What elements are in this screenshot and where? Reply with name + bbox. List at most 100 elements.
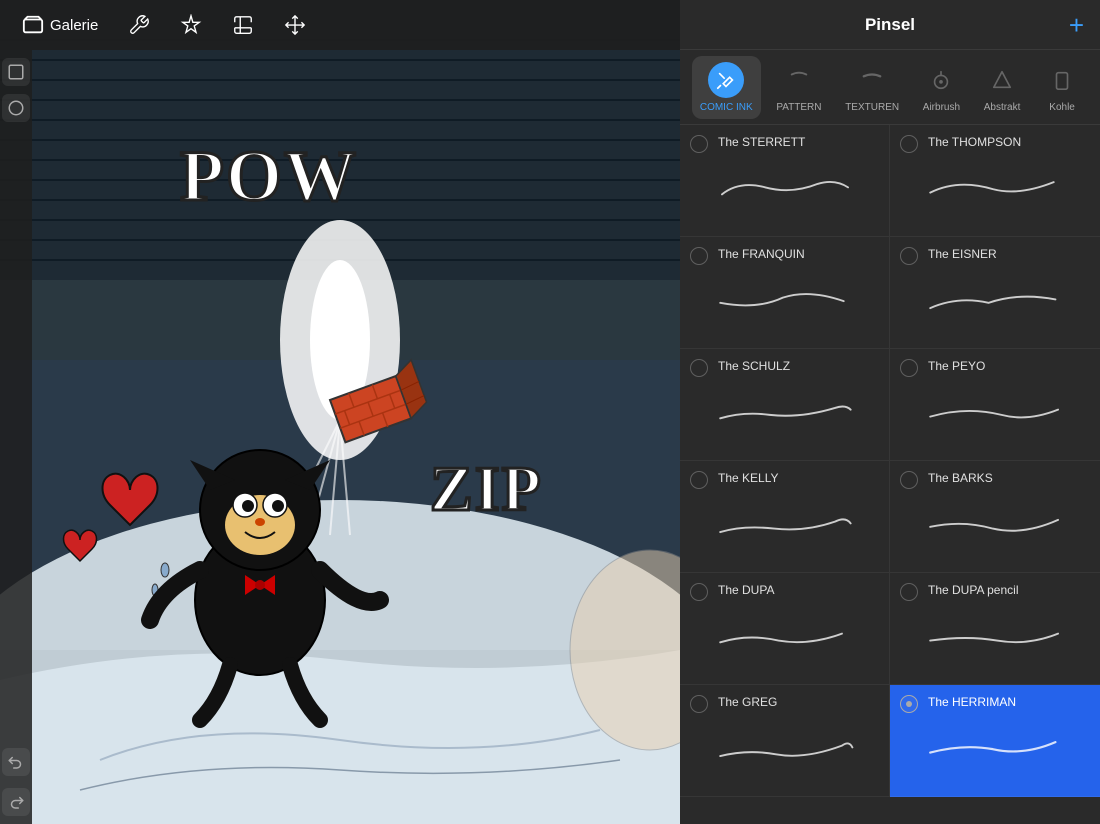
brush-item[interactable]: The HERRIMAN: [890, 685, 1100, 797]
move-icon: [284, 14, 306, 36]
brush-check: [690, 247, 708, 265]
brush-check: [900, 359, 918, 377]
brush-item[interactable]: The FRANQUIN: [680, 237, 890, 349]
brush-check: [900, 247, 918, 265]
brush-stroke: [710, 170, 860, 215]
abstrakt-icon: [984, 62, 1020, 98]
brush-panel-header: Pinsel +: [680, 0, 1100, 50]
brush-name: The THOMPSON: [928, 135, 1086, 149]
brush-item[interactable]: The THOMPSON: [890, 125, 1100, 237]
brush-check: [900, 695, 918, 713]
magic-button[interactable]: [174, 10, 208, 40]
brush-item[interactable]: The PEYO: [890, 349, 1100, 461]
texturen-icon: [854, 62, 890, 98]
brush-check: [900, 471, 918, 489]
sidebar-tool-2[interactable]: [2, 94, 30, 122]
brush-stroke: [920, 730, 1070, 775]
brush-stroke-area: [904, 383, 1086, 450]
brush-panel-title: Pinsel: [865, 15, 915, 35]
comic-ink-icon: [708, 62, 744, 98]
airbrush-icon: [923, 62, 959, 98]
brush-name: The GREG: [718, 695, 875, 709]
brush-categories: COMIC INK PATTERN TEXTUREN: [680, 50, 1100, 125]
comic-illustration: POW ZIP: [0, 0, 680, 824]
brush-name: The STERRETT: [718, 135, 875, 149]
gallery-label: Galerie: [50, 17, 98, 34]
brush-name: The FRANQUIN: [718, 247, 875, 261]
wrench-icon: [128, 14, 150, 36]
brush-stroke-area: [694, 607, 875, 674]
brush-check: [690, 583, 708, 601]
brush-item[interactable]: The SCHULZ: [680, 349, 890, 461]
brush-stroke-area: [694, 271, 875, 338]
abstrakt-label: Abstrakt: [984, 102, 1021, 113]
brush-item[interactable]: The EISNER: [890, 237, 1100, 349]
brush-check: [690, 135, 708, 153]
brush-stroke-area: [904, 607, 1086, 674]
undo-button[interactable]: [2, 748, 30, 776]
brush-stroke-area: [904, 159, 1086, 226]
pattern-icon: [781, 62, 817, 98]
select-icon: [232, 14, 254, 36]
kohle-label: Kohle: [1049, 102, 1075, 113]
tab-comic-ink[interactable]: COMIC INK: [692, 56, 761, 119]
svg-text:ZIP: ZIP: [430, 453, 543, 524]
brush-item[interactable]: The GREG: [680, 685, 890, 797]
brush-check: [690, 359, 708, 377]
brush-name: The EISNER: [928, 247, 1086, 261]
brush-stroke: [920, 394, 1070, 439]
tab-abstrakt[interactable]: Abstrakt: [976, 56, 1029, 119]
gallery-icon: [22, 14, 44, 36]
brush-name: The DUPA: [718, 583, 875, 597]
brush-name: The SCHULZ: [718, 359, 875, 373]
tab-pattern[interactable]: PATTERN: [768, 56, 829, 119]
brush-item[interactable]: The STERRETT: [680, 125, 890, 237]
s-button[interactable]: [226, 10, 260, 40]
brush-item[interactable]: The DUPA pencil: [890, 573, 1100, 685]
redo-button[interactable]: [2, 788, 30, 816]
brush-stroke: [920, 618, 1070, 663]
brush-stroke: [710, 394, 860, 439]
brush-stroke: [920, 282, 1070, 327]
texturen-label: TEXTUREN: [845, 102, 899, 113]
gallery-button[interactable]: Galerie: [16, 10, 104, 40]
brush-check: [900, 135, 918, 153]
brush-stroke-area: [904, 719, 1086, 786]
tab-texturen[interactable]: TEXTUREN: [837, 56, 907, 119]
brush-check: [690, 471, 708, 489]
brush-check: [690, 695, 708, 713]
kohle-icon: [1044, 62, 1080, 98]
brush-stroke-area: [694, 495, 875, 562]
svg-text:POW: POW: [180, 136, 358, 216]
brush-item[interactable]: The DUPA: [680, 573, 890, 685]
brush-add-button[interactable]: +: [1069, 12, 1084, 38]
brush-list: The STERRETT The THOMPSON The FRANQUIN: [680, 125, 1100, 824]
brush-name: The KELLY: [718, 471, 875, 485]
brush-stroke: [710, 618, 860, 663]
brush-stroke-area: [694, 719, 875, 786]
brush-item[interactable]: The KELLY: [680, 461, 890, 573]
brush-check: [900, 583, 918, 601]
brush-stroke-area: [904, 271, 1086, 338]
arrow-button[interactable]: [278, 10, 312, 40]
left-sidebar: [0, 50, 32, 824]
sidebar-tool-1[interactable]: [2, 58, 30, 86]
airbrush-label: Airbrush: [923, 102, 960, 113]
tab-kohle[interactable]: Kohle: [1036, 56, 1088, 119]
brush-stroke: [920, 506, 1070, 551]
brush-name: The DUPA pencil: [928, 583, 1086, 597]
brush-stroke: [710, 282, 860, 327]
brush-stroke-area: [694, 383, 875, 450]
brush-stroke-area: [694, 159, 875, 226]
canvas-area[interactable]: POW ZIP: [0, 0, 680, 824]
wrench-button[interactable]: [122, 10, 156, 40]
brush-name: The HERRIMAN: [928, 695, 1086, 709]
brush-panel: Pinsel + COMIC INK PATTERN: [680, 0, 1100, 824]
pattern-label: PATTERN: [776, 102, 821, 113]
brush-item[interactable]: The BARKS: [890, 461, 1100, 573]
brush-stroke-area: [904, 495, 1086, 562]
tab-airbrush[interactable]: Airbrush: [915, 56, 968, 119]
brush-stroke: [920, 170, 1070, 215]
brush-name: The PEYO: [928, 359, 1086, 373]
magic-icon: [180, 14, 202, 36]
